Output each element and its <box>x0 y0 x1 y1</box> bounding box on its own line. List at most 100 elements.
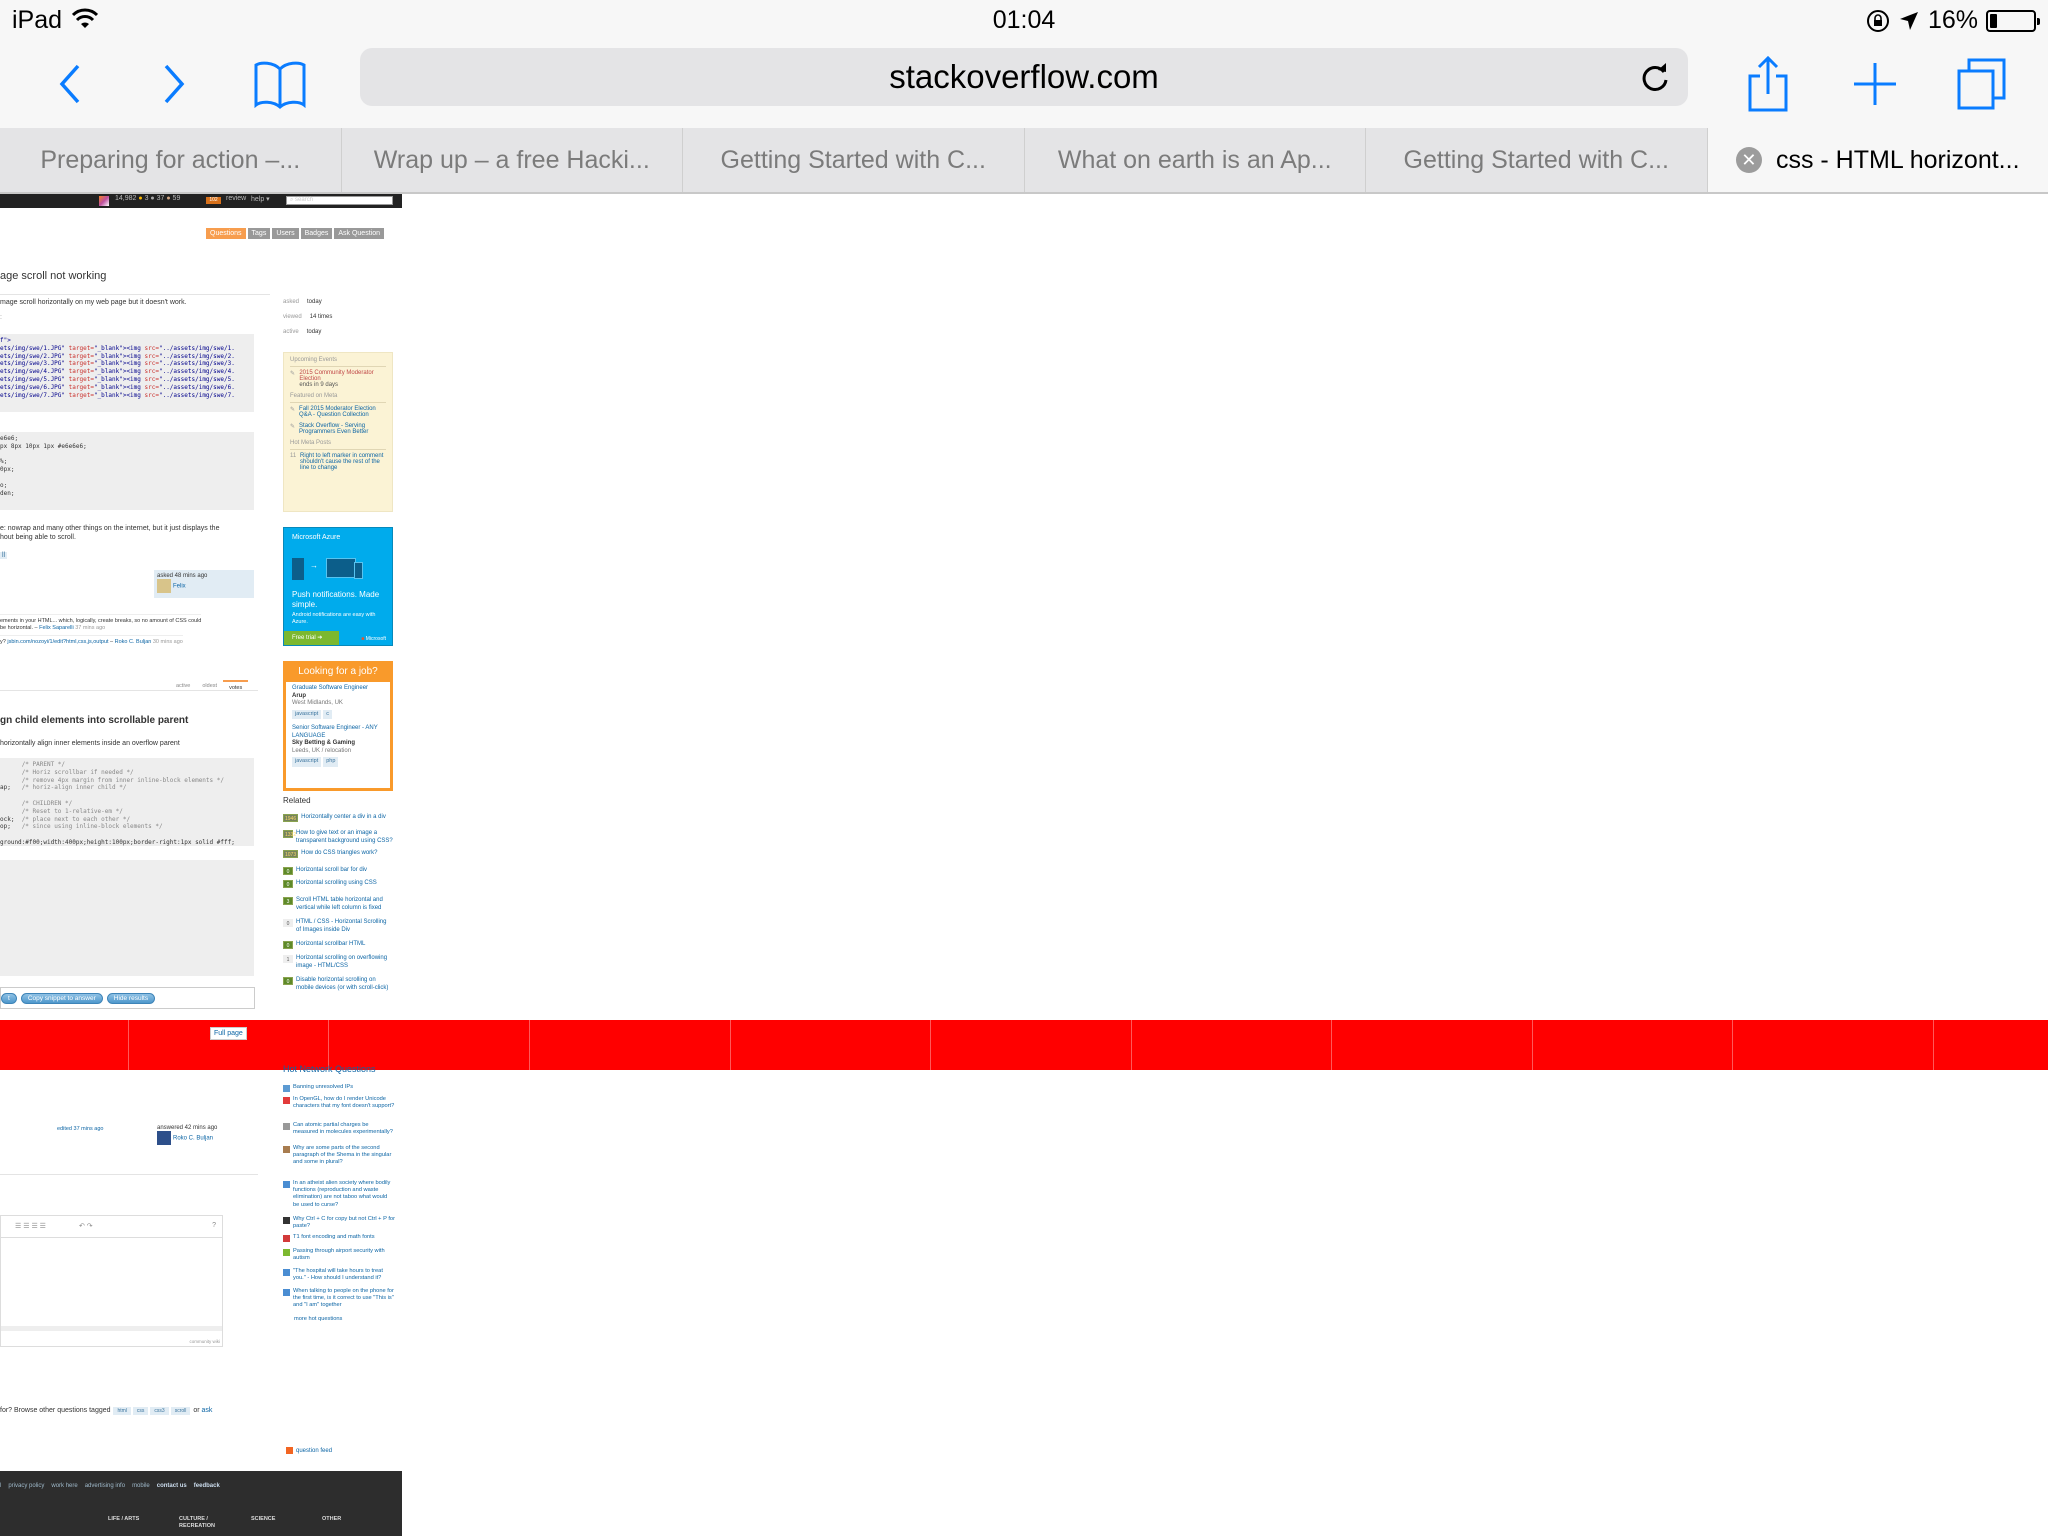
answerer-avatar[interactable] <box>157 1131 171 1145</box>
tab-2[interactable]: Wrap up – a free Hacki... <box>342 128 683 192</box>
tag-scroll[interactable]: scroll <box>170 1407 191 1415</box>
free-trial-button[interactable]: Free trial ➔ <box>284 631 339 645</box>
hot-network-item[interactable]: Why Ctrl + C for copy but not Ctrl + P f… <box>283 1216 395 1230</box>
help-menu[interactable]: help ▾ <box>251 195 270 203</box>
comment-user[interactable]: Felix Saparelli <box>39 625 74 631</box>
footer-link[interactable]: l <box>0 1483 1 1489</box>
tag-css[interactable]: css <box>132 1407 149 1415</box>
snippet-result-red-boxes[interactable]: Full page <box>0 1020 2048 1070</box>
footer-link[interactable]: privacy policy <box>8 1483 44 1489</box>
editor-resize-handle[interactable] <box>1 1326 222 1331</box>
footer-link[interactable]: feedback <box>194 1483 220 1489</box>
related-title[interactable]: Horizontal scrolling using CSS <box>296 880 377 888</box>
related-item[interactable]: 0 Horizontal scroll bar for div <box>283 867 393 875</box>
related-title[interactable]: Horizontal scrolling on overflowing imag… <box>296 955 393 970</box>
tab-4[interactable]: What on earth is an Ap... <box>1025 128 1366 192</box>
job-item[interactable]: Graduate Software Engineer Arup West Mid… <box>286 682 390 722</box>
hot-network-title[interactable]: In OpenGL, how do I render Unicode chara… <box>293 1096 395 1110</box>
reload-icon[interactable] <box>1638 60 1672 94</box>
run-snippet-button[interactable]: t <box>1 992 17 1004</box>
hot-network-title[interactable]: "The hospital will take hours to treat y… <box>293 1268 395 1282</box>
hot-network-item[interactable]: Can atomic partial charges be measured i… <box>283 1122 395 1136</box>
ask-link[interactable]: ask <box>202 1407 213 1414</box>
hide-results-button[interactable]: Hide results <box>106 992 156 1004</box>
hot-network-item[interactable]: Banning unresolved IPs <box>283 1084 395 1092</box>
related-item[interactable]: 1946 Horizontally center a div in a div <box>283 814 393 822</box>
related-title[interactable]: Scroll HTML table horizontal and vertica… <box>296 897 393 912</box>
hot-network-title[interactable]: Banning unresolved IPs <box>293 1084 353 1092</box>
related-title[interactable]: How to give text or an image a transpare… <box>296 830 393 845</box>
forward-button[interactable] <box>144 54 204 114</box>
list-icons[interactable]: ☰ ☰ ☰ ☰ <box>15 1222 46 1230</box>
hot-network-item[interactable]: In an atheist alien society where bodily… <box>283 1180 395 1209</box>
new-tab-button[interactable] <box>1845 54 1905 114</box>
hot-network-item[interactable]: Why are some parts of the second paragra… <box>283 1145 395 1167</box>
more-hot-questions-link[interactable]: more hot questions <box>294 1316 406 1323</box>
nav-badges[interactable]: Badges <box>300 228 333 239</box>
undo-redo-icons[interactable]: ↶ ↷ <box>79 1222 93 1230</box>
community-wiki-checkbox[interactable]: community wiki <box>189 1339 220 1344</box>
job-tag[interactable]: javascript <box>292 757 322 767</box>
sort-active[interactable]: active <box>170 680 196 694</box>
tab-active[interactable]: ✕ css - HTML horizont... <box>1707 128 2048 192</box>
hot-network-title[interactable]: Passing through airport security with au… <box>293 1248 395 1262</box>
footer-link[interactable]: work here <box>51 1483 77 1489</box>
hot-network-title[interactable]: Can atomic partial charges be measured i… <box>293 1122 395 1136</box>
bulletin-item[interactable]: ✎ 2015 Community Moderator Election ends i… <box>290 370 386 388</box>
sort-oldest[interactable]: oldest <box>196 680 223 694</box>
answerer-name[interactable]: Roko C. Buljan <box>173 1136 213 1142</box>
related-item[interactable]: 1332 How to give text or an image a trans… <box>283 830 393 845</box>
related-title[interactable]: Horizontal scrollbar HTML <box>296 941 365 949</box>
bulletin-item[interactable]: ✎ Fall 2015 Moderator Election Q&A - Ques… <box>290 406 386 418</box>
question-title[interactable]: age scroll not working <box>0 270 106 282</box>
footer-link[interactable]: contact us <box>157 1483 187 1489</box>
bookmarks-button[interactable] <box>250 54 310 114</box>
hot-network-item[interactable]: Passing through airport security with au… <box>283 1248 395 1262</box>
hot-network-title[interactable]: Why Ctrl + C for copy but not Ctrl + P f… <box>293 1216 395 1230</box>
related-item[interactable]: 0 HTML / CSS - Horizontal Scrolling of Im… <box>283 919 393 934</box>
review-count-badge[interactable]: 102 <box>206 197 221 204</box>
question-tag[interactable]: ll <box>0 552 8 559</box>
address-bar[interactable]: stackoverflow.com <box>360 48 1688 106</box>
footer-link[interactable]: mobile <box>132 1483 150 1489</box>
tab-5[interactable]: Getting Started with C... <box>1366 128 1708 192</box>
hot-network-title[interactable]: When talking to people on the phone for … <box>293 1288 395 1310</box>
job-tag[interactable]: php <box>323 757 339 767</box>
hot-network-item[interactable]: In OpenGL, how do I render Unicode chara… <box>283 1096 395 1110</box>
so-search-input[interactable]: ⌕ search <box>286 196 393 205</box>
nav-tags[interactable]: Tags <box>247 228 271 239</box>
web-page[interactable]: 14,982 ● 3 ● 37 ● 59 102 review help ▾ ⌕… <box>0 194 2048 1536</box>
tab-3[interactable]: Getting Started with C... <box>683 128 1025 192</box>
related-item[interactable]: 0 Horizontal scrollbar HTML <box>283 941 393 949</box>
hot-network-item[interactable]: "The hospital will take hours to treat y… <box>283 1268 395 1282</box>
tag-css3[interactable]: css3 <box>150 1407 169 1415</box>
related-title[interactable]: Horizontally center a div in a div <box>301 814 386 822</box>
azure-ad[interactable]: Microsoft Azure → Push notifications. Ma… <box>283 527 393 646</box>
hot-network-title[interactable]: Why are some parts of the second paragra… <box>293 1145 395 1167</box>
related-item[interactable]: 0 Disable horizontal scrolling on mobile … <box>283 977 393 992</box>
comment-link[interactable]: jsbin.com/nozoyi/1/edit?html,css,js,outp… <box>7 639 108 645</box>
question-feed-link[interactable]: question feed <box>286 1447 332 1454</box>
edited-link[interactable]: edited 37 mins ago <box>57 1126 103 1133</box>
comment-user[interactable]: Roko C. Buljan <box>115 639 152 645</box>
user-avatar[interactable] <box>99 196 109 206</box>
related-item[interactable]: 0 Horizontal scrolling using CSS <box>283 880 393 888</box>
sort-votes[interactable]: votes <box>223 680 249 694</box>
asker-avatar[interactable] <box>157 579 171 593</box>
related-title[interactable]: How do CSS triangles work? <box>301 850 377 858</box>
related-title[interactable]: Disable horizontal scrolling on mobile d… <box>296 977 393 992</box>
copy-snippet-button[interactable]: Copy snippet to answer <box>20 992 103 1004</box>
show-tabs-button[interactable] <box>1952 54 2012 114</box>
bulletin-item[interactable]: ✎ Stack Overflow - Serving Programmers Ev… <box>290 423 386 435</box>
hot-network-title[interactable]: In an atheist alien society where bodily… <box>293 1180 395 1209</box>
share-button[interactable] <box>1738 54 1798 114</box>
job-tag[interactable]: javascript <box>292 709 322 719</box>
tag-html[interactable]: html <box>113 1407 131 1415</box>
nav-ask-question[interactable]: Ask Question <box>334 228 384 239</box>
hot-network-item[interactable]: T1 font encoding and math fonts <box>283 1234 395 1242</box>
footer-link[interactable]: advertising info <box>85 1483 125 1489</box>
related-item[interactable]: 3 Scroll HTML table horizontal and vertic… <box>283 897 393 912</box>
user-stats[interactable]: 14,982 ● 3 ● 37 ● 59 <box>115 195 180 202</box>
related-title[interactable]: HTML / CSS - Horizontal Scrolling of Ima… <box>296 919 393 934</box>
tab-1[interactable]: Preparing for action –... <box>0 128 342 192</box>
